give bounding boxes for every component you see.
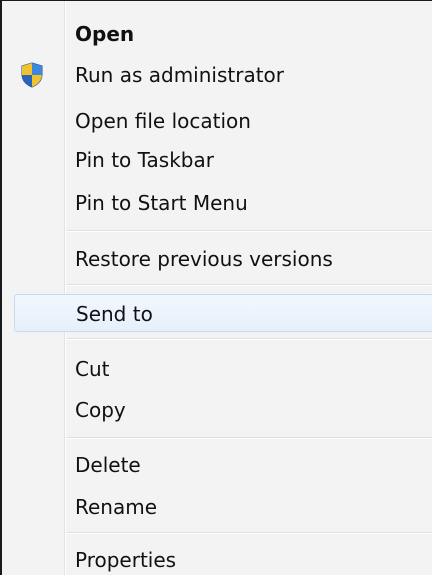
menu-item-label: Run as administrator [75,63,285,87]
menu-separator [66,230,432,232]
menu-item-copy[interactable]: Copy [2,391,432,429]
context-menu: Open Run as administrator Open file loca… [0,0,432,575]
menu-item-run-as-administrator[interactable]: Run as administrator [2,56,432,94]
menu-item-label: Send to [76,302,153,326]
menu-item-label: Open file location [75,109,251,133]
menu-item-label: Properties [75,548,177,572]
menu-item-label: Delete [75,453,141,477]
menu-item-label: Pin to Taskbar [75,148,214,172]
menu-item-pin-to-start-menu[interactable]: Pin to Start Menu [2,184,432,222]
menu-item-delete[interactable]: Delete [2,446,432,484]
menu-separator [66,532,432,534]
menu-item-send-to[interactable]: Send to [14,294,432,332]
menu-item-label: Pin to Start Menu [75,191,248,215]
menu-item-open[interactable]: Open [2,15,432,53]
menu-item-pin-to-taskbar[interactable]: Pin to Taskbar [2,141,432,179]
menu-item-cut[interactable]: Cut [2,350,432,388]
menu-separator [66,437,432,439]
menu-item-label: Cut [75,357,110,381]
menu-item-label: Open [75,22,135,46]
menu-item-restore-previous-versions[interactable]: Restore previous versions [2,240,432,278]
menu-item-label: Restore previous versions [75,247,333,271]
menu-item-label: Copy [75,398,126,422]
menu-item-label: Rename [75,495,158,519]
menu-item-properties[interactable]: Properties [2,541,432,575]
uac-shield-icon [20,62,44,88]
menu-separator [66,338,432,340]
menu-item-rename[interactable]: Rename [2,488,432,526]
menu-item-open-file-location[interactable]: Open file location [2,102,432,140]
menu-separator [66,284,432,286]
